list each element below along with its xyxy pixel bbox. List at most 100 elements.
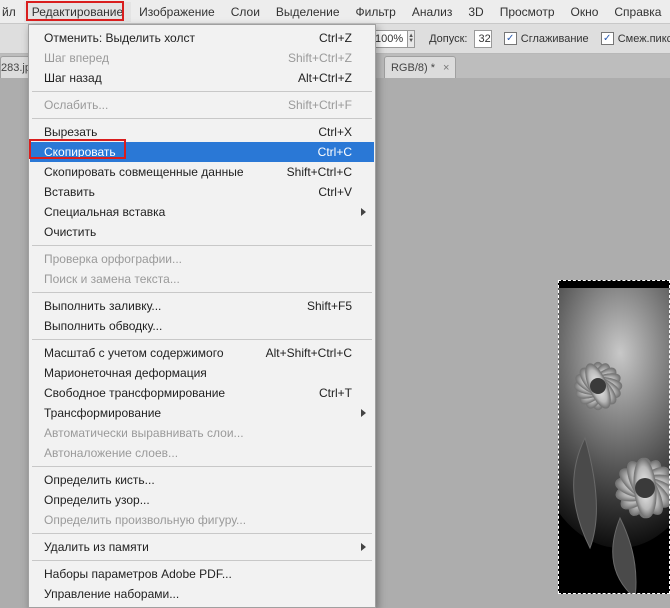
menu-item-shortcut: Shift+F5: [307, 299, 352, 313]
menu-item-label: Масштаб с учетом содержимого: [44, 346, 266, 360]
antialias-label: Сглаживание: [521, 33, 589, 45]
menu-item[interactable]: Специальная вставка: [30, 202, 374, 222]
menu-item-shortcut: Alt+Ctrl+Z: [298, 71, 352, 85]
menu-item-label: Скопировать: [44, 145, 318, 159]
menu-item-label: Удалить из памяти: [44, 540, 352, 554]
menu-item-label: Определить произвольную фигуру...: [44, 513, 352, 527]
menu-item-label: Шаг вперед: [44, 51, 288, 65]
menu-item[interactable]: Марионеточная деформация: [30, 363, 374, 383]
menu-item[interactable]: Трансформирование: [30, 403, 374, 423]
menu-item: Автоматически выравнивать слои...: [30, 423, 374, 443]
menu-item[interactable]: Выполнить обводку...: [30, 316, 374, 336]
menu-view[interactable]: Просмотр: [492, 2, 563, 22]
tab-label: RGB/8) *: [391, 62, 435, 74]
zoom-input[interactable]: 100%: [374, 30, 408, 48]
contiguous-checkbox[interactable]: ✓ Смеж.пикс: [601, 32, 670, 45]
menu-select[interactable]: Выделение: [268, 2, 348, 22]
menu-item[interactable]: Шаг назадAlt+Ctrl+Z: [30, 68, 374, 88]
submenu-arrow-icon: [361, 543, 366, 551]
menu-item[interactable]: Свободное трансформированиеCtrl+T: [30, 383, 374, 403]
menu-item: Поиск и замена текста...: [30, 269, 374, 289]
menu-item-label: Отменить: Выделить холст: [44, 31, 319, 45]
menu-item-label: Автоматически выравнивать слои...: [44, 426, 352, 440]
zoom-stepper[interactable]: ▲▼: [408, 30, 415, 48]
menu-item-label: Скопировать совмещенные данные: [44, 165, 287, 179]
menu-item-label: Трансформирование: [44, 406, 352, 420]
menu-item[interactable]: Скопировать совмещенные данныеShift+Ctrl…: [30, 162, 374, 182]
menu-item-shortcut: Ctrl+X: [318, 125, 352, 139]
menu-item-label: Наборы параметров Adobe PDF...: [44, 567, 352, 581]
menu-item[interactable]: ВставитьCtrl+V: [30, 182, 374, 202]
menu-separator: [32, 245, 372, 246]
menu-item[interactable]: Определить кисть...: [30, 470, 374, 490]
menu-image[interactable]: Изображение: [131, 2, 223, 22]
menu-item-label: Вырезать: [44, 125, 318, 139]
menu-item-label: Автоналожение слоев...: [44, 446, 352, 460]
menu-item: Автоналожение слоев...: [30, 443, 374, 463]
tolerance-input[interactable]: 32: [474, 30, 492, 48]
menu-item: Определить произвольную фигуру...: [30, 510, 374, 530]
menu-item-label: Специальная вставка: [44, 205, 352, 219]
menu-item[interactable]: Масштаб с учетом содержимогоAlt+Shift+Ct…: [30, 343, 374, 363]
menu-separator: [32, 118, 372, 119]
menu-item-label: Выполнить заливку...: [44, 299, 307, 313]
menu-item[interactable]: Отменить: Выделить холстCtrl+Z: [30, 28, 374, 48]
menu-help[interactable]: Справка: [606, 2, 669, 22]
tolerance-label: Допуск:: [429, 33, 467, 45]
check-icon: ✓: [504, 32, 517, 45]
menu-item: Ослабить...Shift+Ctrl+F: [30, 95, 374, 115]
menu-item-label: Управление наборами...: [44, 587, 352, 601]
menu-item-label: Вставить: [44, 185, 318, 199]
menu-separator: [32, 339, 372, 340]
menu-item[interactable]: Очистить: [30, 222, 374, 242]
menu-window[interactable]: Окно: [563, 2, 607, 22]
menu-separator: [32, 91, 372, 92]
menu-item-shortcut: Shift+Ctrl+C: [287, 165, 352, 179]
menu-separator: [32, 533, 372, 534]
document-tab[interactable]: RGB/8) * ×: [384, 56, 456, 78]
menu-separator: [32, 560, 372, 561]
menu-item-label: Поиск и замена текста...: [44, 272, 352, 286]
submenu-arrow-icon: [361, 208, 366, 216]
menu-analysis[interactable]: Анализ: [404, 2, 461, 22]
menu-item-shortcut: Alt+Shift+Ctrl+C: [266, 346, 352, 360]
tab-label: 283.jp: [1, 62, 31, 74]
menu-separator: [32, 292, 372, 293]
menu-item-label: Марионеточная деформация: [44, 366, 352, 380]
menu-item-label: Очистить: [44, 225, 352, 239]
menu-item[interactable]: Определить узор...: [30, 490, 374, 510]
menu-item: Проверка орфографии...: [30, 249, 374, 269]
menu-item-label: Определить кисть...: [44, 473, 352, 487]
menu-item-shortcut: Ctrl+T: [319, 386, 352, 400]
menu-item[interactable]: СкопироватьCtrl+C: [30, 142, 374, 162]
check-icon: ✓: [601, 32, 614, 45]
contiguous-label: Смеж.пикс: [618, 33, 670, 45]
menu-item[interactable]: ВырезатьCtrl+X: [30, 122, 374, 142]
menu-edit[interactable]: Редактирование: [24, 2, 131, 22]
menu-item[interactable]: Управление наборами...: [30, 584, 374, 604]
menu-item-label: Свободное трансформирование: [44, 386, 319, 400]
menu-item[interactable]: Наборы параметров Adobe PDF...: [30, 564, 374, 584]
menu-item-label: Определить узор...: [44, 493, 352, 507]
menu-item-label: Проверка орфографии...: [44, 252, 352, 266]
menu-file[interactable]: йл: [2, 2, 24, 22]
menu-separator: [32, 466, 372, 467]
edit-dropdown-menu: Отменить: Выделить холстCtrl+ZШаг вперед…: [28, 24, 376, 608]
menu-item-label: Ослабить...: [44, 98, 288, 112]
menu-item-shortcut: Ctrl+V: [318, 185, 352, 199]
menu-item[interactable]: Удалить из памяти: [30, 537, 374, 557]
menu-item-label: Выполнить обводку...: [44, 319, 352, 333]
menu-item: Шаг впередShift+Ctrl+Z: [30, 48, 374, 68]
menu-item-shortcut: Ctrl+Z: [319, 31, 352, 45]
menu-layers[interactable]: Слои: [223, 2, 268, 22]
menu-filter[interactable]: Фильтр: [348, 2, 404, 22]
menu-item-shortcut: Shift+Ctrl+F: [288, 98, 352, 112]
close-icon[interactable]: ×: [443, 62, 449, 74]
menu-item-shortcut: Ctrl+C: [318, 145, 352, 159]
menu-3d[interactable]: 3D: [460, 2, 491, 22]
antialias-checkbox[interactable]: ✓ Сглаживание: [504, 32, 589, 45]
menu-item-shortcut: Shift+Ctrl+Z: [288, 51, 352, 65]
menu-item-label: Шаг назад: [44, 71, 298, 85]
document-preview: [558, 280, 670, 594]
menu-item[interactable]: Выполнить заливку...Shift+F5: [30, 296, 374, 316]
